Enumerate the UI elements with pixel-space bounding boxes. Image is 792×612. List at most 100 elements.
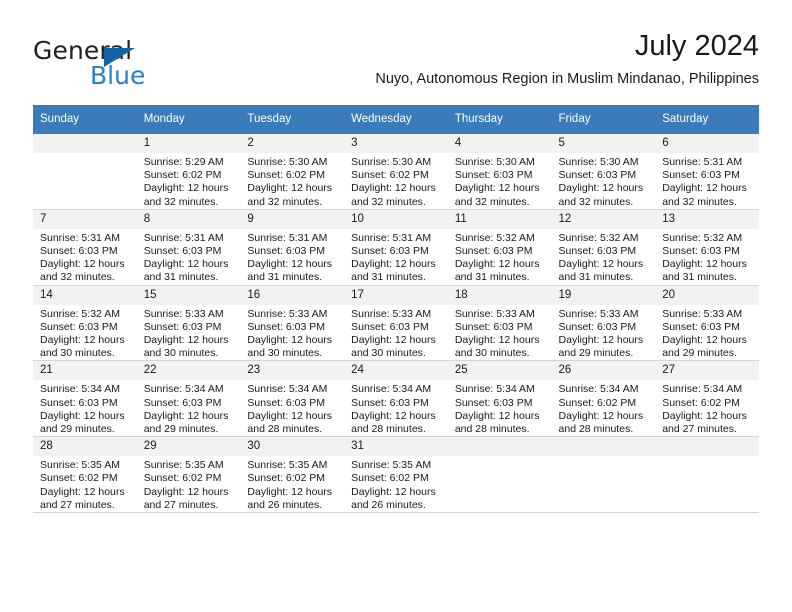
calendar-day-cell[interactable]: 21 Sunrise: 5:34 AM Sunset: 6:03 PM Dayligh… — [33, 360, 137, 438]
calendar-day-cell[interactable]: 25 Sunrise: 5:34 AM Sunset: 6:03 PM Dayligh… — [447, 360, 552, 438]
calendar-day-cell[interactable]: 22 Sunrise: 5:34 AM Sunset: 6:03 PM Dayligh… — [136, 360, 241, 438]
day-details: Sunrise: 5:34 AM Sunset: 6:03 PM Daylight:… — [137, 380, 241, 436]
calendar-day-cell[interactable]: 12 Sunrise: 5:32 AM Sunset: 6:03 PM Dayligh… — [551, 208, 656, 286]
calendar-day-cell-empty — [33, 133, 137, 210]
sunrise-text: Sunrise: 5:31 AM — [351, 231, 432, 244]
day-number: 2 — [240, 134, 345, 153]
daylight-text-line1: Daylight: 12 hours — [143, 258, 229, 271]
calendar-day-cell[interactable]: 8 Sunrise: 5:31 AM Sunset: 6:03 PM Daylight… — [136, 208, 241, 286]
calendar-day-cell[interactable]: 10 Sunrise: 5:31 AM Sunset: 6:03 PM Dayligh… — [344, 208, 448, 286]
sunset-text: Sunset: 6:02 PM — [143, 169, 222, 182]
sunset-text: Sunset: 6:02 PM — [247, 169, 326, 182]
day-details: Sunrise: 5:31 AM Sunset: 6:03 PM Daylight:… — [655, 153, 759, 209]
calendar-day-cell[interactable]: 14 Sunrise: 5:32 AM Sunset: 6:03 PM Dayligh… — [33, 284, 137, 362]
day-details: Sunrise: 5:33 AM Sunset: 6:03 PM Daylight:… — [240, 305, 344, 361]
sunset-text: Sunset: 6:03 PM — [143, 396, 222, 409]
daylight-text-line1: Daylight: 12 hours — [558, 334, 644, 347]
day-number: 24 — [344, 361, 448, 381]
daylight-text-line2: and 31 minutes. — [662, 271, 737, 284]
calendar-day-cell[interactable]: 11 Sunrise: 5:32 AM Sunset: 6:03 PM Dayligh… — [447, 208, 552, 286]
day-details: Sunrise: 5:35 AM Sunset: 6:02 PM Daylight:… — [33, 456, 137, 512]
daylight-text-line1: Daylight: 12 hours — [662, 334, 747, 347]
sunrise-text: Sunrise: 5:30 AM — [351, 156, 432, 168]
calendar-day-cell[interactable]: 24 Sunrise: 5:34 AM Sunset: 6:03 PM Dayligh… — [344, 360, 448, 438]
calendar-day-cell[interactable]: 3 Sunrise: 5:30 AM Sunset: 6:02 PM Daylight… — [344, 133, 448, 210]
daylight-text-line2: and 32 minutes. — [558, 195, 634, 208]
weekday-header-monday: Monday — [136, 105, 241, 134]
day-number: 10 — [344, 209, 448, 229]
calendar-day-cell[interactable]: 18 Sunrise: 5:33 AM Sunset: 6:03 PM Dayligh… — [447, 284, 552, 362]
sunset-text: Sunset: 6:03 PM — [662, 245, 740, 258]
calendar-day-cell[interactable]: 6 Sunrise: 5:31 AM Sunset: 6:03 PM Daylight… — [655, 133, 759, 210]
day-number: 6 — [655, 134, 759, 153]
calendar-week-row: 21 Sunrise: 5:34 AM Sunset: 6:03 PM Dayligh… — [33, 360, 759, 438]
calendar-day-cell[interactable]: 31 Sunrise: 5:35 AM Sunset: 6:02 PM Dayligh… — [344, 436, 448, 514]
calendar-day-cell[interactable]: 5 Sunrise: 5:30 AM Sunset: 6:03 PM Daylight… — [551, 133, 656, 210]
day-number: 31 — [344, 437, 448, 457]
daylight-text-line2: and 30 minutes. — [143, 347, 219, 360]
day-number: 17 — [344, 285, 448, 305]
day-details: Sunrise: 5:31 AM Sunset: 6:03 PM Daylight:… — [240, 229, 344, 285]
daylight-text-line2: and 29 minutes. — [40, 423, 115, 436]
title-block: July 2024 Nuyo, Autonomous Region in Mus… — [375, 28, 759, 90]
calendar-day-cell[interactable]: 1 Sunrise: 5:29 AM Sunset: 6:02 PM Daylight… — [136, 133, 241, 210]
calendar-day-cell[interactable]: 17 Sunrise: 5:33 AM Sunset: 6:03 PM Dayligh… — [344, 284, 448, 362]
daylight-text-line1: Daylight: 12 hours — [662, 409, 747, 422]
calendar-day-cell[interactable]: 26 Sunrise: 5:34 AM Sunset: 6:02 PM Dayligh… — [551, 360, 656, 438]
sunrise-text: Sunrise: 5:31 AM — [143, 231, 224, 244]
calendar-day-cell[interactable]: 27 Sunrise: 5:34 AM Sunset: 6:02 PM Dayligh… — [655, 360, 759, 438]
day-details: Sunrise: 5:32 AM Sunset: 6:03 PM Daylight:… — [33, 305, 137, 361]
sunset-text: Sunset: 6:02 PM — [662, 396, 740, 409]
daylight-text-line2: and 31 minutes. — [351, 271, 426, 284]
sunset-text: Sunset: 6:03 PM — [247, 320, 326, 333]
day-number: 14 — [33, 285, 137, 305]
daylight-text-line2: and 27 minutes. — [662, 423, 737, 436]
day-number: 22 — [136, 361, 241, 381]
daylight-text-line1: Daylight: 12 hours — [40, 409, 125, 422]
day-number: 27 — [655, 361, 759, 381]
calendar-day-cell[interactable]: 2 Sunrise: 5:30 AM Sunset: 6:02 PM Daylight… — [240, 133, 345, 210]
daylight-text-line2: and 31 minutes. — [143, 271, 219, 284]
day-details: Sunrise: 5:35 AM Sunset: 6:02 PM Daylight:… — [137, 456, 241, 512]
calendar-day-cell[interactable]: 13 Sunrise: 5:32 AM Sunset: 6:03 PM Dayligh… — [655, 208, 759, 286]
calendar-week-row: 14 Sunrise: 5:32 AM Sunset: 6:03 PM Dayligh… — [33, 284, 759, 362]
calendar-day-cell[interactable]: 29 Sunrise: 5:35 AM Sunset: 6:02 PM Dayligh… — [136, 436, 241, 514]
daylight-text-line1: Daylight: 12 hours — [247, 182, 333, 195]
sunset-text: Sunset: 6:03 PM — [351, 396, 429, 409]
sunrise-text: Sunrise: 5:33 AM — [351, 307, 432, 320]
calendar-day-cell[interactable]: 19 Sunrise: 5:33 AM Sunset: 6:03 PM Dayligh… — [551, 284, 656, 362]
calendar-day-cell[interactable]: 15 Sunrise: 5:33 AM Sunset: 6:03 PM Dayligh… — [136, 284, 241, 362]
sunrise-text: Sunrise: 5:35 AM — [351, 459, 432, 472]
sunset-text: Sunset: 6:03 PM — [454, 396, 533, 409]
sunset-text: Sunset: 6:03 PM — [143, 245, 222, 258]
calendar-day-cell[interactable]: 30 Sunrise: 5:35 AM Sunset: 6:02 PM Dayligh… — [240, 436, 345, 514]
day-number: 26 — [551, 361, 656, 381]
calendar-day-cell[interactable]: 4 Sunrise: 5:30 AM Sunset: 6:03 PM Daylight… — [447, 133, 552, 210]
daylight-text-line1: Daylight: 12 hours — [247, 485, 333, 498]
calendar-day-cell[interactable]: 7 Sunrise: 5:31 AM Sunset: 6:03 PM Daylight… — [33, 208, 137, 286]
daylight-text-line1: Daylight: 12 hours — [40, 258, 125, 271]
sunset-text: Sunset: 6:03 PM — [351, 320, 429, 333]
sunset-text: Sunset: 6:03 PM — [247, 396, 326, 409]
sunrise-text: Sunrise: 5:33 AM — [143, 307, 224, 320]
daylight-text-line2: and 30 minutes. — [454, 347, 530, 360]
day-number: 29 — [136, 437, 241, 457]
sunset-text: Sunset: 6:02 PM — [351, 472, 429, 485]
sunset-text: Sunset: 6:03 PM — [454, 169, 533, 182]
calendar-day-cell[interactable]: 28 Sunrise: 5:35 AM Sunset: 6:02 PM Dayligh… — [33, 436, 137, 514]
general-blue-logo[interactable]: General Blue — [33, 36, 233, 92]
day-number — [551, 437, 656, 457]
day-details: Sunrise: 5:31 AM Sunset: 6:03 PM Daylight:… — [344, 229, 448, 285]
day-details: Sunrise: 5:31 AM Sunset: 6:03 PM Daylight:… — [33, 229, 137, 285]
daylight-text-line1: Daylight: 12 hours — [247, 334, 333, 347]
day-number: 28 — [33, 437, 137, 457]
sunset-text: Sunset: 6:03 PM — [40, 245, 118, 258]
calendar-day-cell[interactable]: 20 Sunrise: 5:33 AM Sunset: 6:03 PM Dayligh… — [655, 284, 759, 362]
day-details: Sunrise: 5:33 AM Sunset: 6:03 PM Daylight:… — [448, 305, 552, 361]
calendar-day-cell[interactable]: 23 Sunrise: 5:34 AM Sunset: 6:03 PM Dayligh… — [240, 360, 345, 438]
sunrise-text: Sunrise: 5:35 AM — [143, 459, 224, 472]
daylight-text-line1: Daylight: 12 hours — [143, 182, 229, 195]
calendar-day-cell[interactable]: 9 Sunrise: 5:31 AM Sunset: 6:03 PM Daylight… — [240, 208, 345, 286]
calendar-day-cell[interactable]: 16 Sunrise: 5:33 AM Sunset: 6:03 PM Dayligh… — [240, 284, 345, 362]
day-number: 30 — [240, 437, 345, 457]
